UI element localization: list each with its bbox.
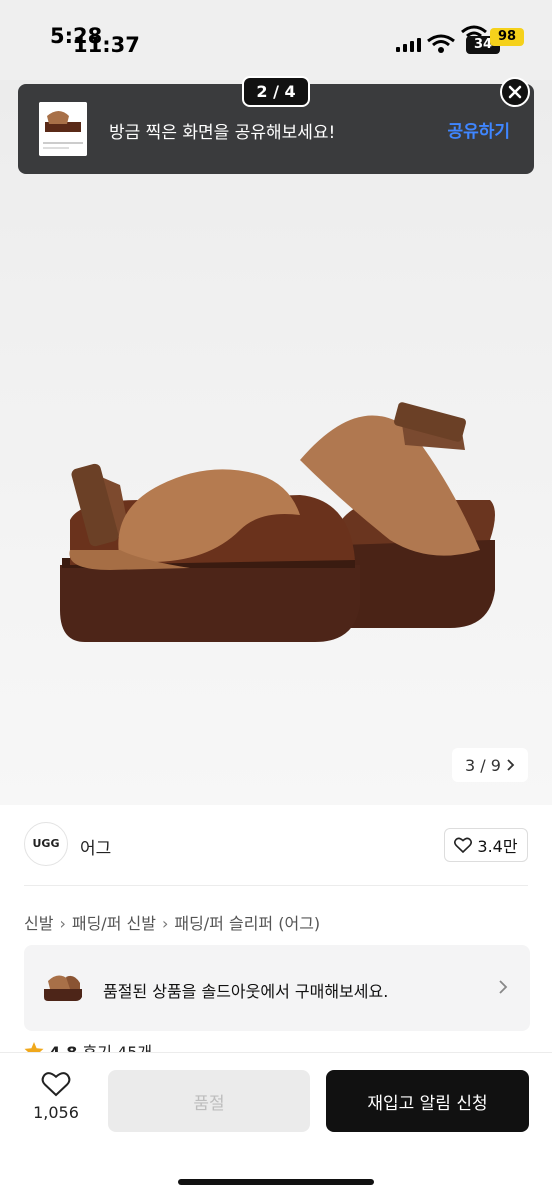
soldout-notice-text: 품절된 상품을 솔드아웃에서 구매해보세요. (103, 982, 389, 1001)
cellular-signal-icon (396, 38, 421, 52)
image-pager[interactable]: 3 / 9 (452, 748, 528, 782)
chevron-right-icon: › (59, 914, 66, 933)
battery-indicator-overlay: 98 (490, 28, 524, 46)
heart-icon (454, 837, 473, 853)
status-bar: 5:28 11:37 34 98 (0, 0, 552, 80)
breadcrumb-item[interactable]: 패딩/퍼 신발 (72, 914, 156, 933)
share-message: 방금 찍은 화면을 공유해보세요! (109, 123, 336, 143)
breadcrumb-item[interactable]: 신발 (24, 914, 53, 933)
soldout-notice-card[interactable]: 품절된 상품을 솔드아웃에서 구매해보세요. (24, 945, 530, 1031)
product-image (60, 402, 495, 642)
brand-name[interactable]: 어그 (80, 834, 111, 859)
bottom-action-bar: 1,056 품절 재입고 알림 신청 (0, 1052, 552, 1200)
image-pager-label: 3 / 9 (465, 755, 501, 775)
status-time-overlay: 11:37 (73, 33, 140, 57)
like-button[interactable]: 3.4만 (444, 828, 528, 862)
divider (24, 885, 528, 886)
breadcrumb: 신발 › 패딩/퍼 신발 › 패딩/퍼 슬리퍼 (어그) (24, 910, 320, 934)
wishlist-button[interactable]: 1,056 (24, 1071, 88, 1122)
share-button[interactable]: 공유하기 (447, 117, 510, 142)
like-count: 3.4만 (477, 837, 518, 856)
home-indicator[interactable] (178, 1179, 374, 1185)
brand-logo: UGG (24, 822, 68, 866)
chevron-right-icon (499, 980, 508, 994)
product-image-gallery[interactable]: 3 / 9 (0, 80, 552, 805)
screenshot-thumbnail (39, 102, 87, 156)
wifi-icon (427, 34, 455, 53)
close-icon (508, 85, 522, 99)
close-button[interactable] (500, 77, 530, 107)
restock-alert-button[interactable]: 재입고 알림 신청 (326, 1070, 529, 1132)
screenshot-counter: 2 / 4 (242, 76, 310, 107)
chevron-right-icon: › (161, 914, 169, 933)
heart-icon (41, 1072, 71, 1097)
chevron-right-icon (507, 759, 515, 771)
brand-row[interactable]: UGG 어그 3.4만 (24, 822, 528, 868)
wishlist-count: 1,056 (33, 1103, 79, 1122)
product-thumbnail (44, 975, 82, 1001)
soldout-button[interactable]: 품절 (108, 1070, 310, 1132)
breadcrumb-item[interactable]: 패딩/퍼 슬리퍼 (어그) (174, 914, 320, 933)
